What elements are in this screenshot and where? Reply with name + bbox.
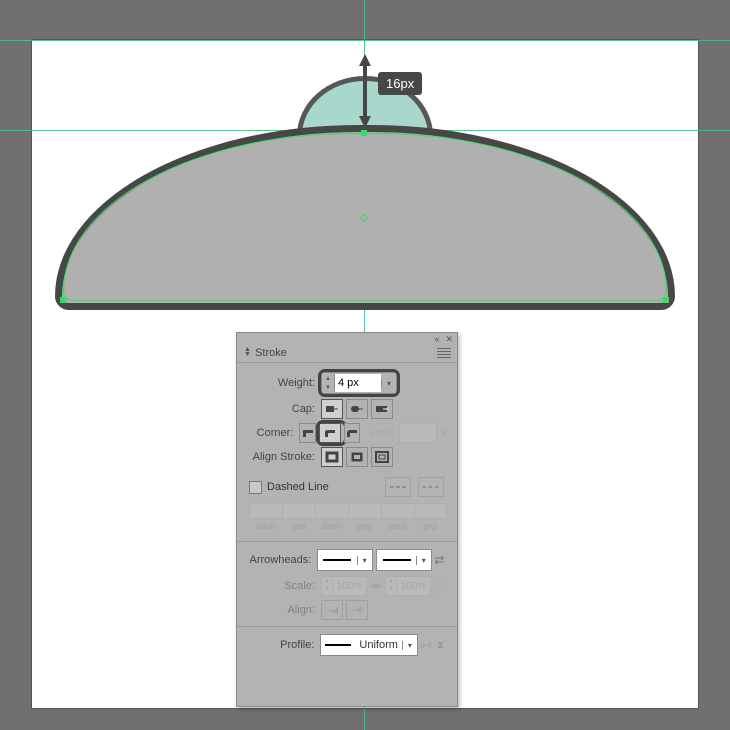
corner-miter-button[interactable]: [299, 423, 315, 443]
anchor-point[interactable]: [60, 297, 66, 303]
profile-label: Profile:: [237, 639, 320, 651]
arrow-align-extend-button: [321, 600, 343, 620]
link-scale-icon: ⇹: [367, 579, 385, 593]
profile-dropdown-icon[interactable]: ▾: [402, 641, 417, 650]
cap-round-button[interactable]: [346, 399, 368, 419]
gap-2-input: [348, 503, 381, 519]
ruler-guide-h[interactable]: [0, 40, 730, 41]
align-outside-button[interactable]: [371, 447, 393, 467]
panel-menu-icon[interactable]: [437, 348, 451, 358]
align-stroke-row: Align Stroke:: [237, 445, 457, 469]
profile-select[interactable]: Uniform ▾: [320, 634, 418, 656]
flip-along-icon[interactable]: ▹◃: [418, 640, 434, 651]
limit-label: Limit:: [369, 427, 395, 439]
dash-align-corners-button: [418, 477, 444, 497]
align-stroke-label: Align Stroke:: [237, 451, 321, 463]
scale-label: Scale:: [237, 580, 321, 592]
align-center-button[interactable]: [321, 447, 343, 467]
corner-round-button[interactable]: [319, 423, 341, 443]
swap-arrowheads-icon[interactable]: ⇄: [432, 553, 447, 567]
scale-lock-icon: ⛒: [431, 579, 447, 594]
corner-highlight: [319, 423, 344, 443]
corner-row: Corner: Limit: x: [237, 421, 457, 445]
weight-row: Weight: ▲▼ ▾: [237, 369, 457, 397]
weight-highlight: ▲▼ ▾: [321, 372, 397, 394]
dash-2-input: [315, 503, 348, 519]
gap-3-input: [414, 503, 447, 519]
profile-row: Profile: Uniform ▾ ▹◃ ⧗: [237, 631, 457, 659]
checkbox-box[interactable]: [249, 481, 262, 494]
dash-preserve-exact-button: [385, 477, 411, 497]
measurement-arrow: [357, 52, 373, 130]
panel-collapse-icon[interactable]: «: [434, 334, 439, 344]
cap-projecting-button[interactable]: [371, 399, 393, 419]
weight-stepper[interactable]: ▲▼: [322, 374, 335, 392]
profile-value: Uniform: [355, 639, 402, 651]
cap-label: Cap:: [237, 403, 321, 415]
panel-title: Stroke: [255, 347, 287, 359]
limit-input: [399, 423, 437, 443]
dash-1-input: [249, 503, 282, 519]
arrow-align-label: Align:: [237, 604, 321, 616]
scale-end-field: ▲▼100%: [385, 576, 431, 596]
miter-limit: Limit: x: [369, 423, 447, 443]
stroke-panel: « ✕ ▲▼ Stroke Weight: ▲▼ ▾ Cap: Corner:: [236, 332, 458, 707]
measurement-label: 16px: [378, 72, 422, 95]
anchor-point[interactable]: [663, 297, 669, 303]
weight-input[interactable]: [335, 374, 381, 392]
cap-row: Cap:: [237, 397, 457, 421]
gap-1-input: [282, 503, 315, 519]
panel-close-icon[interactable]: ✕: [445, 334, 453, 345]
dashed-label: Dashed Line: [267, 481, 329, 493]
corner-bevel-button[interactable]: [344, 423, 360, 443]
arrow-align-row: Align:: [237, 598, 457, 622]
weight-label: Weight:: [237, 377, 321, 389]
arrowheads-label: Arrowheads:: [237, 554, 317, 566]
align-inside-button[interactable]: [346, 447, 368, 467]
arrowheads-row: Arrowheads: ▾ ▾ ⇄: [237, 546, 457, 574]
arrow-align-tip-button: [346, 600, 368, 620]
corner-label: Corner:: [237, 427, 299, 439]
panel-cycle-icon[interactable]: ▲▼: [243, 347, 252, 357]
dash-3-input: [381, 503, 414, 519]
dash-gap-grid: dash gap dash gap dash gap: [237, 499, 457, 537]
panel-title-bar[interactable]: ▲▼ Stroke: [237, 344, 457, 363]
arrowhead-start-select[interactable]: ▾: [317, 549, 372, 571]
limit-unit: x: [441, 427, 447, 439]
dashed-checkbox[interactable]: Dashed Line: [249, 481, 329, 494]
scale-start-field: ▲▼100%: [321, 576, 367, 596]
cap-butt-button[interactable]: [321, 399, 343, 419]
weight-dropdown-icon[interactable]: ▾: [381, 379, 396, 388]
dashed-row: Dashed Line: [237, 469, 457, 499]
arrowhead-end-select[interactable]: ▾: [376, 549, 431, 571]
arrow-scale-row: Scale: ▲▼100% ⇹ ▲▼100% ⛒: [237, 574, 457, 598]
flip-across-icon[interactable]: ⧗: [434, 640, 447, 651]
weight-field[interactable]: ▲▼ ▾: [321, 372, 397, 394]
anchor-point[interactable]: [361, 130, 367, 136]
panel-tabbar: « ✕: [237, 333, 457, 344]
